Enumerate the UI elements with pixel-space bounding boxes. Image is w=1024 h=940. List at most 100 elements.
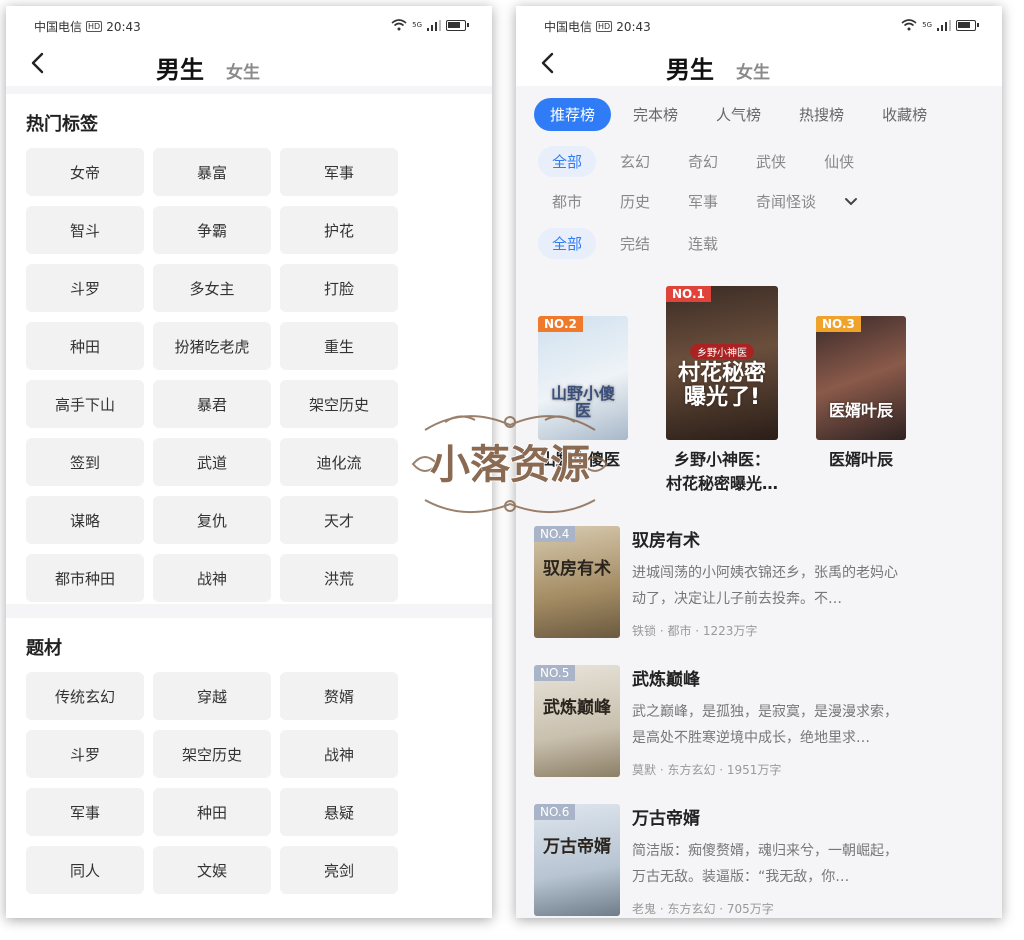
tag-chip[interactable]: 武道	[153, 438, 271, 486]
tab-female[interactable]: 女生	[226, 58, 260, 83]
filter-chip[interactable]: 全部	[538, 228, 597, 259]
gender-tabs: 男生 女生	[666, 50, 770, 85]
topics-section: 题材 传统玄幻 穿越 赘婿 斗罗 架空历史 战神 军事 种田 悬疑 同人 文娱 亮剑	[6, 618, 492, 918]
wifi-icon	[901, 19, 917, 31]
wifi-icon	[391, 19, 407, 31]
rank-tabs: 推荐榜 完本榜 人气榜 热搜榜 收藏榜	[534, 98, 949, 131]
filter-chip[interactable]: 奇幻	[674, 146, 732, 177]
tag-chip[interactable]: 迪化流	[280, 438, 398, 486]
filter-chip[interactable]: 武侠	[742, 146, 800, 177]
tag-chip[interactable]: 暴君	[153, 380, 271, 428]
book-cover[interactable]: NO.5 武炼巅峰	[534, 665, 620, 777]
tab-male[interactable]: 男生	[156, 50, 204, 85]
tab-female[interactable]: 女生	[736, 58, 770, 83]
tag-chip[interactable]: 穿越	[153, 672, 271, 720]
tag-chip[interactable]: 扮猪吃老虎	[153, 322, 271, 370]
tag-chip[interactable]: 智斗	[26, 206, 144, 254]
status-bar: 中国电信 HD 20:43	[544, 18, 651, 35]
tag-chip[interactable]: 架空历史	[153, 730, 271, 778]
tag-chip[interactable]: 争霸	[153, 206, 271, 254]
book-title[interactable]: 武炼巅峰	[632, 665, 700, 690]
book-cover[interactable]: NO.1 乡野小神医 村花秘密曝光了!	[666, 286, 778, 440]
tag-chip[interactable]: 军事	[26, 788, 144, 836]
tag-chip[interactable]: 赘婿	[280, 672, 398, 720]
filter-chip[interactable]: 仙侠	[810, 146, 868, 177]
tag-chip[interactable]: 亮剑	[280, 846, 398, 894]
filter-chip[interactable]: 奇闻怪谈	[742, 186, 830, 217]
book-title-line: 乡野小神医：	[673, 450, 770, 469]
cover-title: 万古帝婿	[543, 837, 611, 857]
chevron-down-icon[interactable]	[844, 197, 858, 207]
tag-chip[interactable]: 打脸	[280, 264, 398, 312]
tag-chip[interactable]: 护花	[280, 206, 398, 254]
hd-icon: HD	[596, 21, 613, 32]
tag-chip[interactable]: 种田	[26, 322, 144, 370]
book-cover[interactable]: NO.3 医婿叶辰	[816, 316, 906, 440]
gender-tabs: 男生 女生	[156, 50, 260, 85]
book-cover[interactable]: NO.4 驭房有术	[534, 526, 620, 638]
rank-tab[interactable]: 推荐榜	[534, 98, 612, 131]
book-title[interactable]: 医婿叶辰	[796, 448, 926, 472]
filter-chip[interactable]: 连载	[674, 228, 732, 259]
book-list-item[interactable]: NO.4 驭房有术 驭房有术 进城闯荡的小阿姨衣锦还乡，张禹的老妈心动了，决定让儿子前…	[534, 526, 994, 644]
hot-tags-section: 热门标签 女帝 暴富 军事 智斗 争霸 护花 斗罗 多女主 打脸 种田 扮猪吃老虎 重生 高手下山 暴君架…	[6, 94, 492, 604]
tag-chip[interactable]: 复仇	[153, 496, 271, 544]
top-bar: 中国电信 HD 20:43 5G 男生 女生	[6, 6, 492, 86]
tag-chip[interactable]: 洪荒	[280, 554, 398, 602]
tag-chip[interactable]: 军事	[280, 148, 398, 196]
status-bar: 中国电信 HD 20:43	[34, 18, 141, 35]
book-meta: 莫默 · 东方玄幻 · 1951万字	[632, 763, 782, 777]
filter-chip[interactable]: 完结	[606, 228, 664, 259]
carrier-text: 中国电信	[34, 20, 83, 34]
rank-badge: NO.4	[534, 526, 576, 542]
status-icons: 5G	[901, 19, 979, 31]
rank-tab[interactable]: 热搜榜	[783, 98, 860, 131]
book-list-item[interactable]: NO.5 武炼巅峰 武炼巅峰 武之巅峰，是孤独，是寂寞，是漫漫求索，是高处不胜寒逆境中…	[534, 665, 994, 783]
tag-chip[interactable]: 签到	[26, 438, 144, 486]
tag-chip[interactable]: 文娱	[153, 846, 271, 894]
tag-chip[interactable]: 都市种田	[26, 554, 144, 602]
book-cover[interactable]: NO.6 万古帝婿	[534, 804, 620, 916]
tag-chip[interactable]: 悬疑	[280, 788, 398, 836]
rank-badge: NO.3	[816, 316, 861, 332]
battery-icon	[956, 19, 979, 31]
filter-chip[interactable]: 都市	[538, 186, 596, 217]
cover-title: 驭房有术	[543, 559, 611, 579]
tag-chip[interactable]: 高手下山	[26, 380, 144, 428]
tag-chip[interactable]: 重生	[280, 322, 398, 370]
rank-tab[interactable]: 完本榜	[617, 98, 694, 131]
tag-chip[interactable]: 多女主	[153, 264, 271, 312]
tag-chip[interactable]: 同人	[26, 846, 144, 894]
filter-chip[interactable]: 全部	[538, 146, 597, 177]
book-title[interactable]: 乡野小神医： 村花秘密曝光…	[644, 448, 800, 496]
cover-title: 武炼巅峰	[543, 698, 611, 718]
tag-chip[interactable]: 传统玄幻	[26, 672, 144, 720]
tab-male[interactable]: 男生	[666, 50, 714, 85]
rank-tab[interactable]: 收藏榜	[866, 98, 943, 131]
tag-chip[interactable]: 种田	[153, 788, 271, 836]
battery-icon	[446, 19, 469, 31]
back-button[interactable]	[534, 48, 560, 78]
tag-chip[interactable]: 女帝	[26, 148, 144, 196]
filter-chip[interactable]: 玄幻	[606, 146, 664, 177]
tag-chip[interactable]: 谋略	[26, 496, 144, 544]
cover-title: 村花秘密曝光了!	[677, 360, 766, 410]
book-title[interactable]: 万古帝婿	[632, 804, 700, 829]
back-button[interactable]	[24, 48, 50, 78]
tag-chip[interactable]: 斗罗	[26, 730, 144, 778]
book-list-item[interactable]: NO.6 万古帝婿 万古帝婿 简洁版：痴傻赘婿，魂归来兮，一朝崛起，万古无敌。装逼版：…	[534, 804, 994, 918]
filter-chip[interactable]: 历史	[606, 186, 664, 217]
status-filters: 全部 完结 连载	[538, 228, 742, 259]
tag-chip[interactable]: 天才	[280, 496, 398, 544]
tag-chip[interactable]: 架空历史	[280, 380, 398, 428]
rank-tab[interactable]: 人气榜	[700, 98, 777, 131]
filter-chip[interactable]: 军事	[674, 186, 732, 217]
tag-chip[interactable]: 斗罗	[26, 264, 144, 312]
clock-text: 20:43	[106, 19, 141, 34]
tag-chip[interactable]: 暴富	[153, 148, 271, 196]
tag-chip[interactable]: 战神	[280, 730, 398, 778]
book-title[interactable]: 驭房有术	[632, 526, 700, 551]
top-bar: 中国电信 HD 20:43 5G 男生 女生	[516, 6, 1002, 86]
watermark-logo: 小落资源	[405, 400, 615, 526]
tag-chip[interactable]: 战神	[153, 554, 271, 602]
